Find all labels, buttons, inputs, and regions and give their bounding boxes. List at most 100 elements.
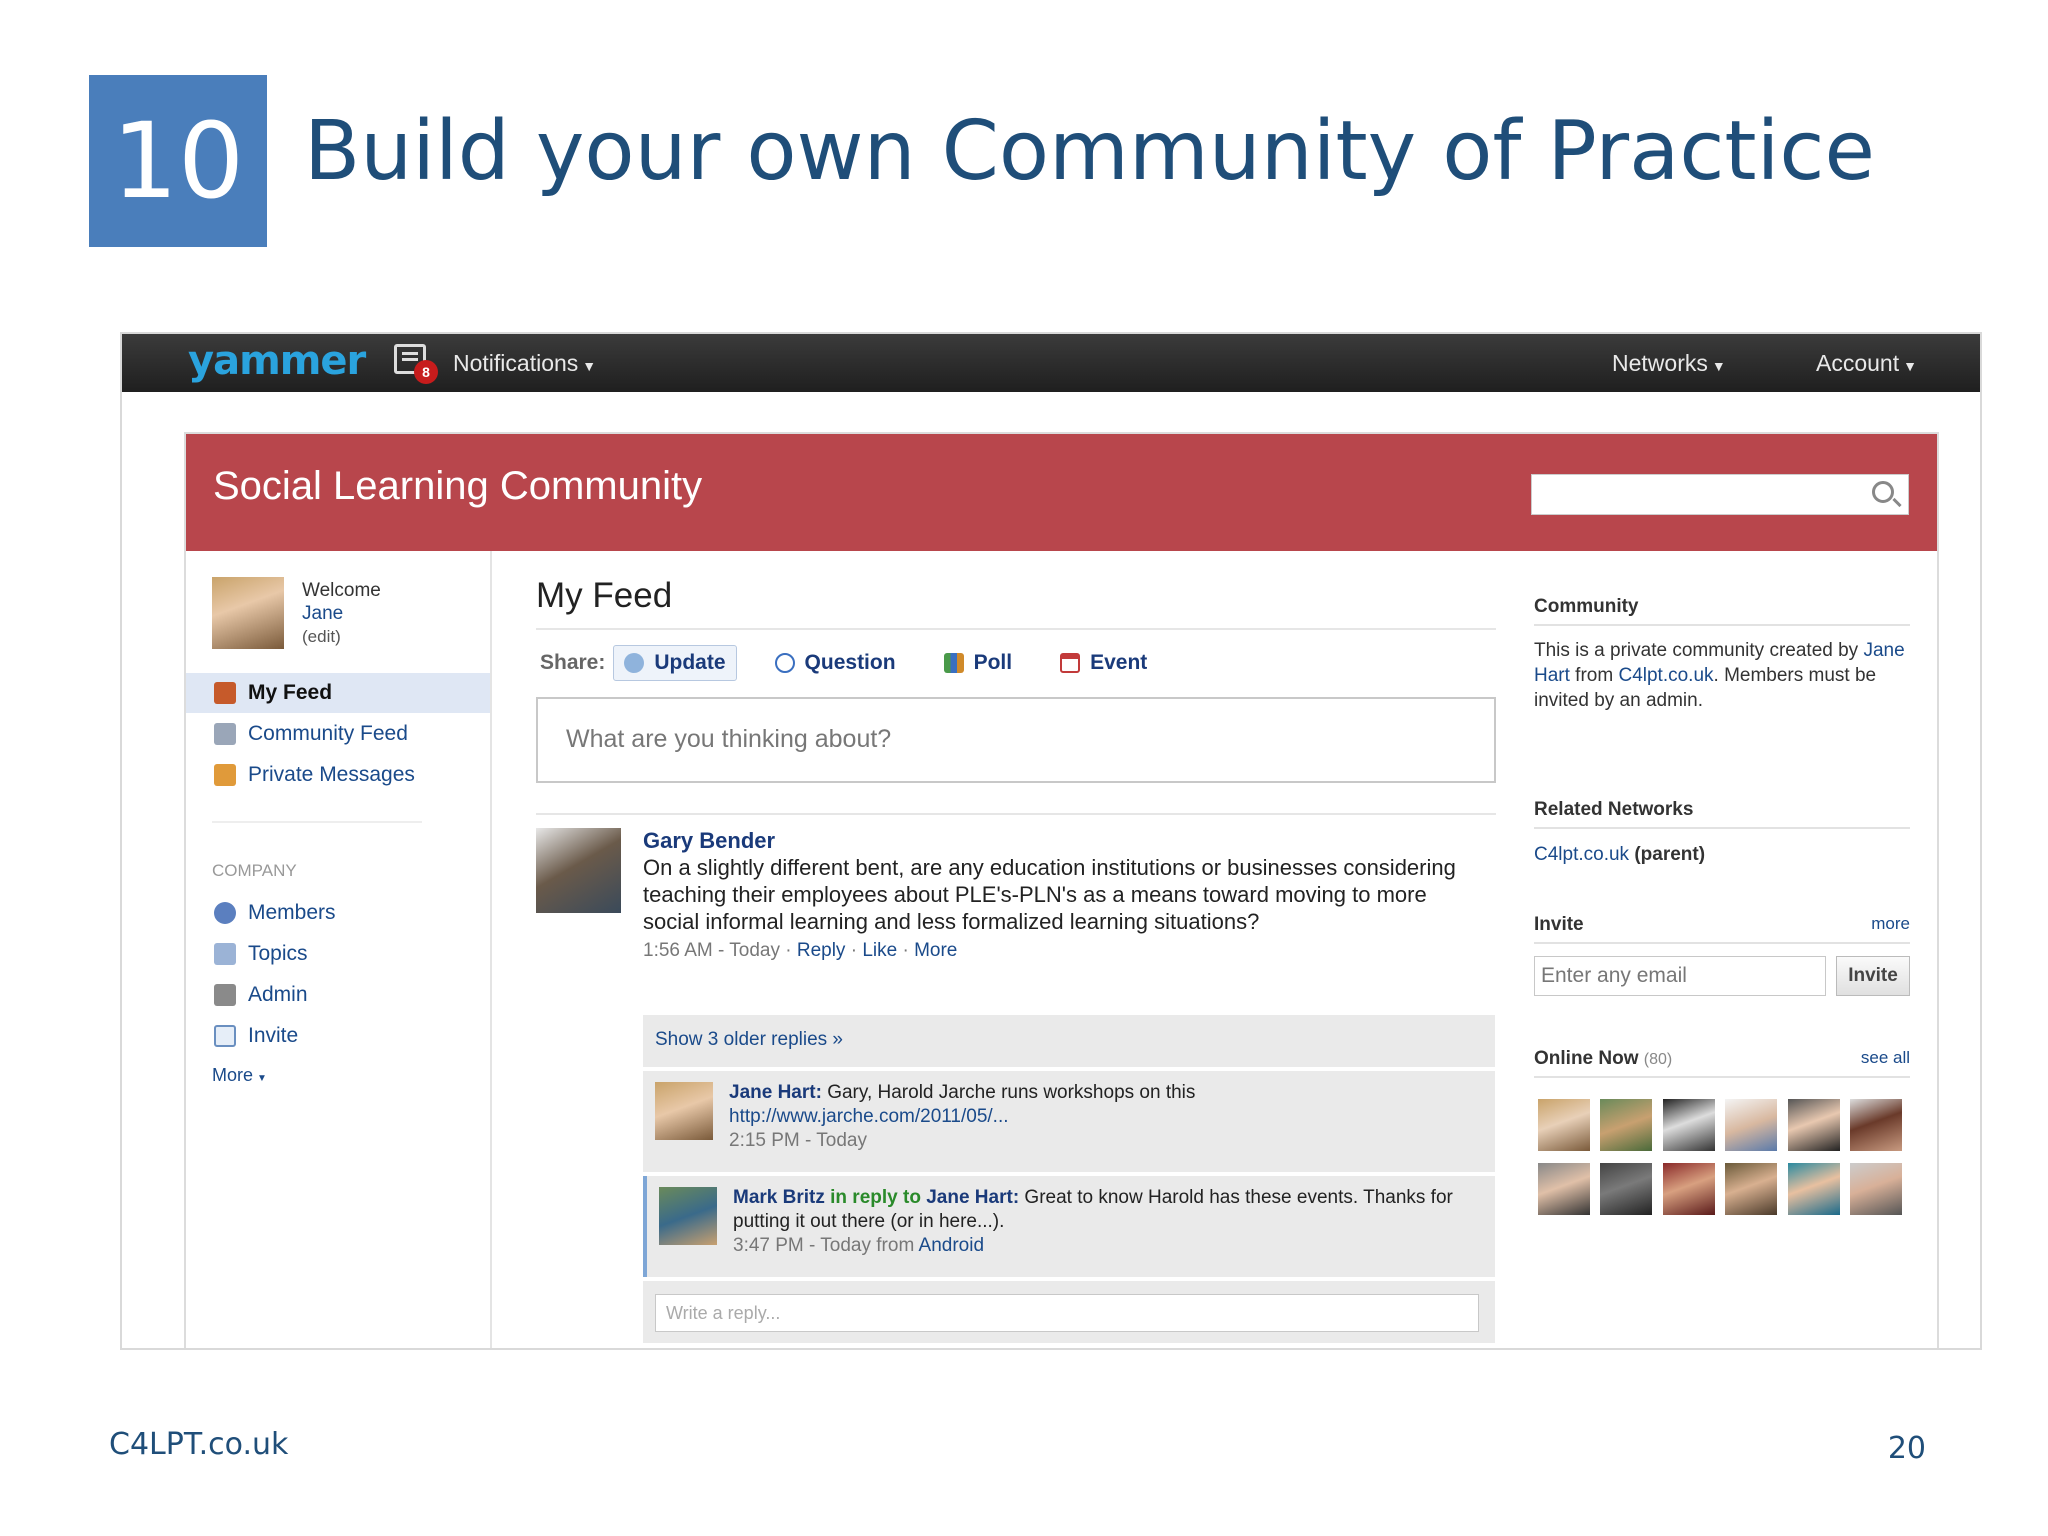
user-avatar[interactable] — [212, 577, 284, 649]
reply-time: 2:15 PM - Today — [729, 1130, 868, 1151]
online-user-avatar[interactable] — [1850, 1099, 1902, 1151]
reply-text: Gary, Harold Jarche runs workshops on th… — [821, 1082, 1196, 1103]
nav-admin[interactable]: Admin — [186, 975, 490, 1015]
post-meta: 1:56 AM - Today · Reply · Like · More — [643, 940, 958, 961]
search-icon[interactable] — [1872, 481, 1894, 503]
nav-private-messages[interactable]: Private Messages — [186, 755, 490, 795]
post-author-avatar[interactable] — [536, 828, 621, 913]
envelope-icon — [214, 1025, 236, 1047]
building-icon — [214, 723, 236, 745]
online-user-avatar[interactable] — [1850, 1163, 1902, 1215]
related-network-link[interactable]: C4lpt.co.uk — [1534, 844, 1629, 865]
related-network-item: C4lpt.co.uk (parent) — [1534, 842, 1910, 867]
post-time: 1:56 AM - Today — [643, 940, 780, 961]
caret-down-icon: ▼ — [1903, 358, 1917, 374]
network-link[interactable]: C4lpt.co.uk — [1618, 665, 1713, 686]
online-user-avatar[interactable] — [1663, 1163, 1715, 1215]
yammer-logo[interactable]: yammer — [188, 338, 366, 384]
online-user-avatar[interactable] — [1788, 1099, 1840, 1151]
online-user-avatar[interactable] — [1600, 1163, 1652, 1215]
notifications-count-badge: 8 — [414, 360, 438, 384]
nav-topics[interactable]: Topics — [186, 934, 490, 974]
members-icon — [214, 902, 236, 924]
reply-avatar[interactable] — [659, 1187, 717, 1245]
reply-url-link[interactable]: http://www.jarche.com/2011/05/... — [729, 1106, 1009, 1127]
reply-author-link[interactable]: Mark Britz — [733, 1187, 825, 1208]
home-icon — [214, 682, 236, 704]
slide-number-box: 10 — [89, 75, 267, 247]
in-reply-to-text: in reply to — [824, 1187, 927, 1208]
nav-invite[interactable]: Invite — [186, 1016, 490, 1056]
reply-link[interactable]: Reply — [797, 940, 846, 961]
search-input[interactable] — [1531, 474, 1909, 515]
share-update-button[interactable]: Update — [613, 645, 737, 681]
networks-menu[interactable]: Networks ▼ — [1612, 350, 1726, 377]
online-user-avatar[interactable] — [1538, 1099, 1590, 1151]
status-composer-input[interactable]: What are you thinking about? — [536, 697, 1496, 783]
nav-label: Members — [248, 901, 336, 924]
invite-more-link[interactable]: more — [1871, 914, 1910, 934]
parent-label: (parent) — [1629, 844, 1706, 865]
online-user-avatar[interactable] — [1788, 1163, 1840, 1215]
online-user-avatar[interactable] — [1725, 1099, 1777, 1151]
reply-item: Mark Britz in reply to Jane Hart: Great … — [643, 1176, 1495, 1277]
account-menu[interactable]: Account ▼ — [1816, 350, 1917, 377]
nav-label: Admin — [248, 983, 308, 1006]
invite-heading-label: Invite — [1534, 914, 1584, 935]
post-author-link[interactable]: Gary Bender — [643, 827, 1488, 854]
see-all-link[interactable]: see all — [1861, 1048, 1910, 1068]
invite-email-input[interactable]: Enter any email — [1534, 956, 1826, 996]
write-reply-input[interactable]: Write a reply... — [655, 1294, 1479, 1332]
slide-page-number: 20 — [1887, 1431, 1926, 1466]
show-older-replies-link[interactable]: Show 3 older replies » — [643, 1015, 1495, 1067]
online-now-label: Online Now — [1534, 1048, 1639, 1069]
main-feed: My Feed Share: Update Question Poll Even… — [536, 551, 1496, 1348]
online-user-avatar[interactable] — [1725, 1163, 1777, 1215]
more-actions-link[interactable]: More — [914, 940, 957, 961]
invite-heading: Invite more — [1534, 914, 1910, 944]
online-user-avatar[interactable] — [1600, 1099, 1652, 1151]
user-name-link[interactable]: Jane — [302, 602, 381, 625]
share-event-button[interactable]: Event — [1050, 645, 1157, 681]
reply-thread: Show 3 older replies » Jane Hart: Gary, … — [643, 1015, 1495, 1343]
community-title: Social Learning Community — [213, 464, 703, 508]
community-banner: Social Learning Community — [186, 434, 1937, 551]
share-poll-button[interactable]: Poll — [934, 645, 1023, 681]
caret-down-icon: ▼ — [582, 358, 597, 374]
description-text: from — [1569, 665, 1619, 686]
calendar-icon — [1060, 653, 1081, 673]
reply-avatar[interactable] — [655, 1082, 713, 1140]
reply-target-link[interactable]: Jane Hart: — [926, 1187, 1019, 1208]
related-networks-heading: Related Networks — [1534, 799, 1910, 829]
speech-bubble-icon — [624, 653, 645, 673]
nav-members[interactable]: Members — [186, 893, 490, 933]
community-heading: Community — [1534, 596, 1910, 626]
like-link[interactable]: Like — [862, 940, 897, 961]
notifications-menu[interactable]: Notifications ▼ — [453, 350, 596, 377]
community-app: Social Learning Community Welcome Jane (… — [184, 432, 1939, 1348]
more-label: More — [212, 1065, 254, 1085]
nav-my-feed[interactable]: My Feed — [186, 673, 490, 713]
invite-button[interactable]: Invite — [1836, 956, 1910, 996]
nav-community-feed[interactable]: Community Feed — [186, 714, 490, 754]
question-icon — [774, 653, 795, 673]
share-question-button[interactable]: Question — [765, 645, 906, 681]
online-user-avatar[interactable] — [1663, 1099, 1715, 1151]
feed-post: Gary Bender On a slightly different bent… — [643, 827, 1488, 964]
more-menu[interactable]: More ▼ — [212, 1065, 267, 1086]
nav-label: Topics — [248, 942, 308, 965]
online-user-avatar[interactable] — [1538, 1163, 1590, 1215]
share-toolbar: Share: Update Question Poll Event — [540, 645, 1185, 681]
online-now-heading: Online Now (80) see all — [1534, 1048, 1910, 1078]
welcome-block: Welcome Jane (edit) — [302, 579, 381, 648]
edit-profile-link[interactable]: (edit) — [302, 625, 381, 648]
divider — [536, 628, 1496, 630]
yammer-screenshot: yammer 8 Notifications ▼ Networks ▼ Accoun… — [120, 332, 1982, 1350]
feed-title: My Feed — [536, 576, 673, 615]
community-description: This is a private community created by J… — [1534, 638, 1910, 713]
wrench-icon — [214, 984, 236, 1006]
company-section-label: COMPANY — [212, 861, 297, 880]
reply-author-link[interactable]: Jane Hart: — [729, 1082, 822, 1103]
source-link[interactable]: Android — [919, 1235, 985, 1256]
sidebar-divider — [212, 821, 422, 823]
